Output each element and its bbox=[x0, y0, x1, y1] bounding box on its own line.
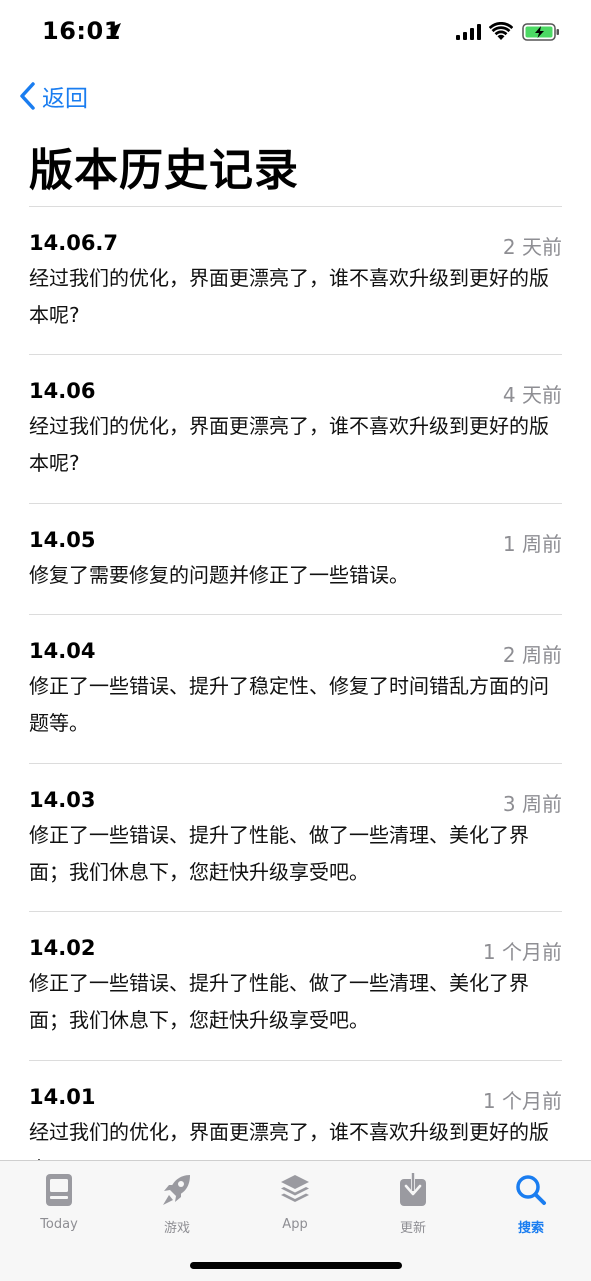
version-number: 14.01 bbox=[29, 1085, 96, 1109]
download-icon bbox=[400, 1173, 426, 1206]
tab-label: Today bbox=[40, 1217, 78, 1232]
version-entry: 14.03 3 周前 修正了一些错误、提升了性能、做了一些清理、美化了界面；我们… bbox=[29, 763, 562, 911]
version-number: 14.03 bbox=[29, 788, 96, 812]
version-date: 1 周前 bbox=[502, 532, 562, 556]
back-label: 返回 bbox=[42, 86, 88, 112]
version-history-list: 14.06.7 2 天前 经过我们的优化，界面更漂亮了，谁不喜欢升级到更好的版本… bbox=[29, 206, 562, 1208]
release-notes: 修复了需要修复的问题并修正了一些错误。 bbox=[29, 563, 409, 587]
version-date: 4 天前 bbox=[502, 383, 562, 407]
version-number: 14.04 bbox=[29, 639, 96, 663]
tab-search[interactable]: 搜索 bbox=[491, 1171, 571, 1236]
version-number: 14.06.7 bbox=[29, 231, 119, 255]
release-notes: 经过我们的优化，界面更漂亮了，谁不喜欢升级到更好的版本呢? bbox=[29, 266, 549, 327]
version-date: 2 天前 bbox=[502, 235, 562, 259]
home-indicator[interactable] bbox=[190, 1262, 402, 1269]
status-bar: 16:01 bbox=[0, 0, 591, 66]
back-button[interactable]: 返回 bbox=[18, 80, 88, 112]
version-number: 14.06 bbox=[29, 379, 96, 403]
version-number: 14.05 bbox=[29, 528, 96, 552]
tab-label: App bbox=[282, 1217, 308, 1232]
version-entry: 14.06.7 2 天前 经过我们的优化，界面更漂亮了，谁不喜欢升级到更好的版本… bbox=[29, 206, 562, 354]
tab-label: 搜索 bbox=[517, 1221, 544, 1236]
search-icon bbox=[516, 1175, 546, 1205]
tab-app[interactable]: App bbox=[255, 1171, 335, 1232]
layers-icon bbox=[281, 1175, 309, 1202]
tab-label: 游戏 bbox=[163, 1221, 190, 1236]
wifi-icon bbox=[489, 22, 513, 40]
location-arrow-icon bbox=[107, 23, 121, 37]
version-date: 1 个月前 bbox=[482, 1089, 562, 1113]
release-notes: 修正了一些错误、提升了性能、做了一些清理、美化了界面；我们休息下，您赶快升级享受… bbox=[29, 823, 529, 884]
rocket-icon bbox=[163, 1175, 190, 1205]
chevron-left-icon bbox=[20, 82, 35, 110]
tab-today[interactable]: Today bbox=[19, 1171, 99, 1232]
tab-label: 更新 bbox=[399, 1221, 426, 1236]
release-notes: 修正了一些错误、提升了性能、做了一些清理、美化了界面；我们休息下，您赶快升级享受… bbox=[29, 971, 529, 1032]
version-date: 3 周前 bbox=[502, 792, 562, 816]
tab-updates[interactable]: 更新 bbox=[373, 1171, 453, 1236]
version-entry: 14.04 2 周前 修正了一些错误、提升了稳定性、修复了时间错乱方面的问题等。 bbox=[29, 614, 562, 763]
cellular-signal-icon bbox=[456, 24, 481, 40]
battery-charging-icon bbox=[522, 23, 559, 41]
release-notes: 修正了一些错误、提升了稳定性、修复了时间错乱方面的问题等。 bbox=[29, 674, 549, 735]
today-icon bbox=[46, 1174, 72, 1206]
version-number: 14.02 bbox=[29, 936, 96, 960]
version-date: 1 个月前 bbox=[482, 940, 562, 964]
version-entry: 14.05 1 周前 修复了需要修复的问题并修正了一些错误。 bbox=[29, 503, 562, 614]
version-date: 2 周前 bbox=[502, 643, 562, 667]
release-notes: 经过我们的优化，界面更漂亮了，谁不喜欢升级到更好的版本呢? bbox=[29, 414, 549, 475]
version-entry: 14.02 1 个月前 修正了一些错误、提升了性能、做了一些清理、美化了界面；我… bbox=[29, 911, 562, 1060]
tab-games[interactable]: 游戏 bbox=[137, 1171, 217, 1236]
version-entry: 14.06 4 天前 经过我们的优化，界面更漂亮了，谁不喜欢升级到更好的版本呢? bbox=[29, 354, 562, 503]
page-title: 版本历史记录 bbox=[29, 145, 299, 196]
